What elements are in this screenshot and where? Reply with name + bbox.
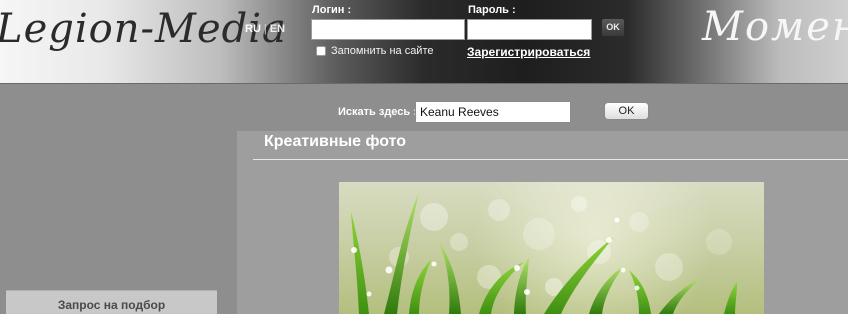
grass-illustration [351, 192, 737, 314]
search-ok-button[interactable]: OK [604, 102, 649, 120]
featured-photo[interactable] [339, 182, 764, 314]
search-input[interactable] [415, 101, 571, 123]
language-switcher: RU | EN [245, 23, 285, 35]
header-slogan: Момент и [702, 4, 848, 50]
password-label: Пароль : [468, 4, 516, 16]
bokeh-lights [389, 196, 732, 296]
request-selection-button[interactable]: Запрос на подбор [6, 290, 217, 314]
remember-checkbox[interactable] [316, 46, 326, 56]
password-field[interactable] [467, 19, 592, 40]
remember-label: Запомнить на сайте [331, 45, 434, 57]
login-field[interactable] [311, 19, 465, 40]
login-label: Логин : [312, 4, 352, 16]
login-ok-button[interactable]: OK [601, 18, 625, 37]
remember-me[interactable]: Запомнить на сайте [316, 45, 434, 57]
site-logo[interactable]: Legion-Media [0, 6, 287, 52]
register-link[interactable]: Зарегистрироваться [467, 45, 590, 59]
search-label: Искать здесь : [338, 106, 417, 118]
lang-en-link[interactable]: EN [270, 23, 285, 35]
lang-ru-link[interactable]: RU [245, 23, 261, 35]
grass-blades [351, 192, 737, 314]
section-title: Креативные фото [264, 133, 407, 150]
lang-separator: | [263, 23, 267, 35]
title-divider [253, 159, 848, 160]
site-header: Legion-Media RU | EN Логин : Пароль : OK З… [0, 0, 848, 84]
